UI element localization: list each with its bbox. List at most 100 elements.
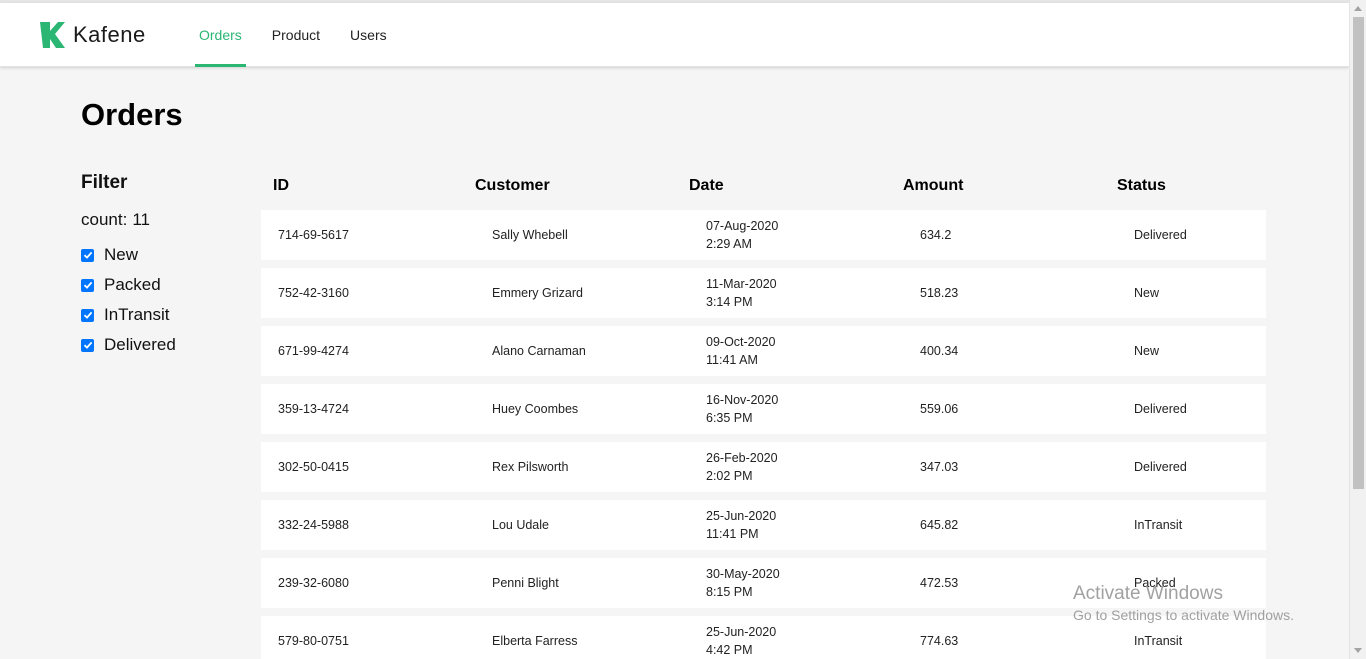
cell-amount: 559.06: [920, 402, 959, 416]
filter-option-packed[interactable]: Packed: [81, 270, 176, 300]
filter-option-label: InTransit: [104, 305, 170, 324]
cell-date-day: 30-May-2020: [706, 567, 780, 581]
cell-customer: Sally Whebell: [492, 228, 568, 242]
scroll-up-arrow-icon[interactable]: [1354, 6, 1362, 11]
column-header-status[interactable]: Status: [1117, 177, 1266, 195]
column-header-date[interactable]: Date: [689, 177, 903, 195]
table-row[interactable]: 302-50-0415 Rex Pilsworth 26-Feb-2020 2:…: [261, 442, 1266, 492]
checkmark-icon: [83, 251, 92, 259]
cell-status: New: [1134, 344, 1160, 358]
nav-tab-orders[interactable]: Orders: [195, 3, 246, 67]
checkmark-icon: [83, 311, 92, 319]
cell-date: 25-Jun-2020 11:41 PM: [689, 507, 903, 543]
cell-customer: Elberta Farress: [492, 634, 578, 648]
cell-id: 579-80-0751: [278, 634, 349, 648]
cell-date-time: 2:02 PM: [706, 469, 753, 483]
cell-id: 359-13-4724: [278, 402, 349, 416]
cell-date-time: 11:41 PM: [706, 527, 759, 541]
cell-date: 30-May-2020 8:15 PM: [689, 565, 903, 601]
cell-date-day: 25-Jun-2020: [706, 509, 777, 523]
cell-customer: Alano Carnaman: [492, 344, 586, 358]
cell-date-day: 25-Jun-2020: [706, 625, 777, 639]
cell-date: 25-Jun-2020 4:42 PM: [689, 623, 903, 659]
scroll-down-arrow-icon[interactable]: [1354, 648, 1362, 653]
cell-date: 09-Oct-2020 11:41 AM: [689, 333, 903, 369]
cell-amount: 400.34: [920, 344, 959, 358]
brand-name: Kafene: [73, 22, 146, 47]
filter-panel: Filter count: 11 New Packed InTransit De…: [81, 172, 176, 360]
filter-option-intransit[interactable]: InTransit: [81, 300, 176, 330]
cell-customer: Rex Pilsworth: [492, 460, 569, 474]
table-row[interactable]: 359-13-4724 Huey Coombes 16-Nov-2020 6:3…: [261, 384, 1266, 434]
filter-option-label: New: [104, 245, 139, 264]
cell-date-day: 07-Aug-2020: [706, 219, 779, 233]
cell-customer: Huey Coombes: [492, 402, 579, 416]
nav-tab-product[interactable]: Product: [268, 3, 324, 67]
checkbox-delivered[interactable]: [81, 338, 94, 352]
checkmark-icon: [83, 281, 92, 289]
cell-amount: 518.23: [920, 286, 959, 300]
cell-date: 16-Nov-2020 6:35 PM: [689, 391, 903, 427]
filter-option-label: Packed: [104, 275, 161, 294]
cell-status: Delivered: [1134, 402, 1187, 416]
cell-id: 714-69-5617: [278, 228, 349, 242]
cell-status: New: [1134, 286, 1160, 300]
table-row[interactable]: 671-99-4274 Alano Carnaman 09-Oct-2020 1…: [261, 326, 1266, 376]
cell-id: 671-99-4274: [278, 344, 349, 358]
cell-id: 302-50-0415: [278, 460, 349, 474]
table-row[interactable]: 752-42-3160 Emmery Grizard 11-Mar-2020 3…: [261, 268, 1266, 318]
cell-date: 11-Mar-2020 3:14 PM: [689, 275, 903, 311]
cell-customer: Lou Udale: [492, 518, 549, 532]
cell-amount: 634.2: [920, 228, 952, 242]
table-row[interactable]: 714-69-5617 Sally Whebell 07-Aug-2020 2:…: [261, 210, 1266, 260]
watermark-title: Activate Windows: [1073, 583, 1223, 604]
cell-status: InTransit: [1134, 518, 1183, 532]
cell-date-day: 11-Mar-2020: [706, 277, 777, 291]
checkmark-icon: [83, 341, 92, 349]
cell-date: 26-Feb-2020 2:02 PM: [689, 449, 903, 485]
cell-id: 239-32-6080: [278, 576, 349, 590]
kafene-logo-icon: [40, 22, 65, 48]
filter-option-label: Delivered: [104, 335, 176, 354]
page-title: Orders: [81, 97, 183, 132]
cell-amount: 645.82: [920, 518, 959, 532]
cell-status: Delivered: [1134, 460, 1187, 474]
column-header-customer[interactable]: Customer: [475, 177, 689, 195]
cell-amount: 347.03: [920, 460, 959, 474]
cell-date-day: 16-Nov-2020: [706, 393, 779, 407]
filter-option-new[interactable]: New: [81, 240, 176, 270]
filter-title: Filter: [81, 172, 128, 193]
filter-option-delivered[interactable]: Delivered: [81, 330, 176, 360]
cell-date-time: 3:14 PM: [706, 295, 753, 309]
checkbox-intransit[interactable]: [81, 308, 94, 322]
cell-customer: Emmery Grizard: [492, 286, 583, 300]
cell-id: 752-42-3160: [278, 286, 349, 300]
cell-status: InTransit: [1134, 634, 1183, 648]
cell-id: 332-24-5988: [278, 518, 349, 532]
checkbox-new[interactable]: [81, 248, 94, 262]
activate-windows-watermark: Activate Windows Go to Settings to activ…: [1073, 583, 1294, 623]
cell-date-time: 2:29 AM: [706, 237, 752, 251]
vertical-scrollbar[interactable]: [1349, 0, 1366, 659]
checkbox-packed[interactable]: [81, 278, 94, 292]
column-header-amount[interactable]: Amount: [903, 177, 1117, 195]
cell-date: 07-Aug-2020 2:29 AM: [689, 217, 903, 253]
cell-amount: 774.63: [920, 634, 959, 648]
column-header-id[interactable]: ID: [261, 177, 475, 195]
cell-date-time: 8:15 PM: [706, 585, 753, 599]
brand-logo[interactable]: Kafene: [39, 21, 146, 49]
cell-date-time: 11:41 AM: [706, 353, 758, 367]
watermark-subtitle: Go to Settings to activate Windows.: [1073, 607, 1294, 623]
main-nav: Orders Product Users: [195, 3, 413, 67]
top-navbar: Kafene Orders Product Users: [0, 3, 1349, 67]
filter-count: count: 11: [81, 210, 176, 230]
cell-date-time: 4:42 PM: [706, 643, 753, 657]
table-row[interactable]: 332-24-5988 Lou Udale 25-Jun-2020 11:41 …: [261, 500, 1266, 550]
cell-date-day: 26-Feb-2020: [706, 451, 778, 465]
filter-count-value: 11: [132, 210, 150, 229]
cell-customer: Penni Blight: [492, 576, 559, 590]
table-header: ID Customer Date Amount Status: [261, 172, 1266, 200]
scrollbar-thumb[interactable]: [1353, 17, 1364, 489]
cell-date-time: 6:35 PM: [706, 411, 753, 425]
nav-tab-users[interactable]: Users: [346, 3, 391, 67]
